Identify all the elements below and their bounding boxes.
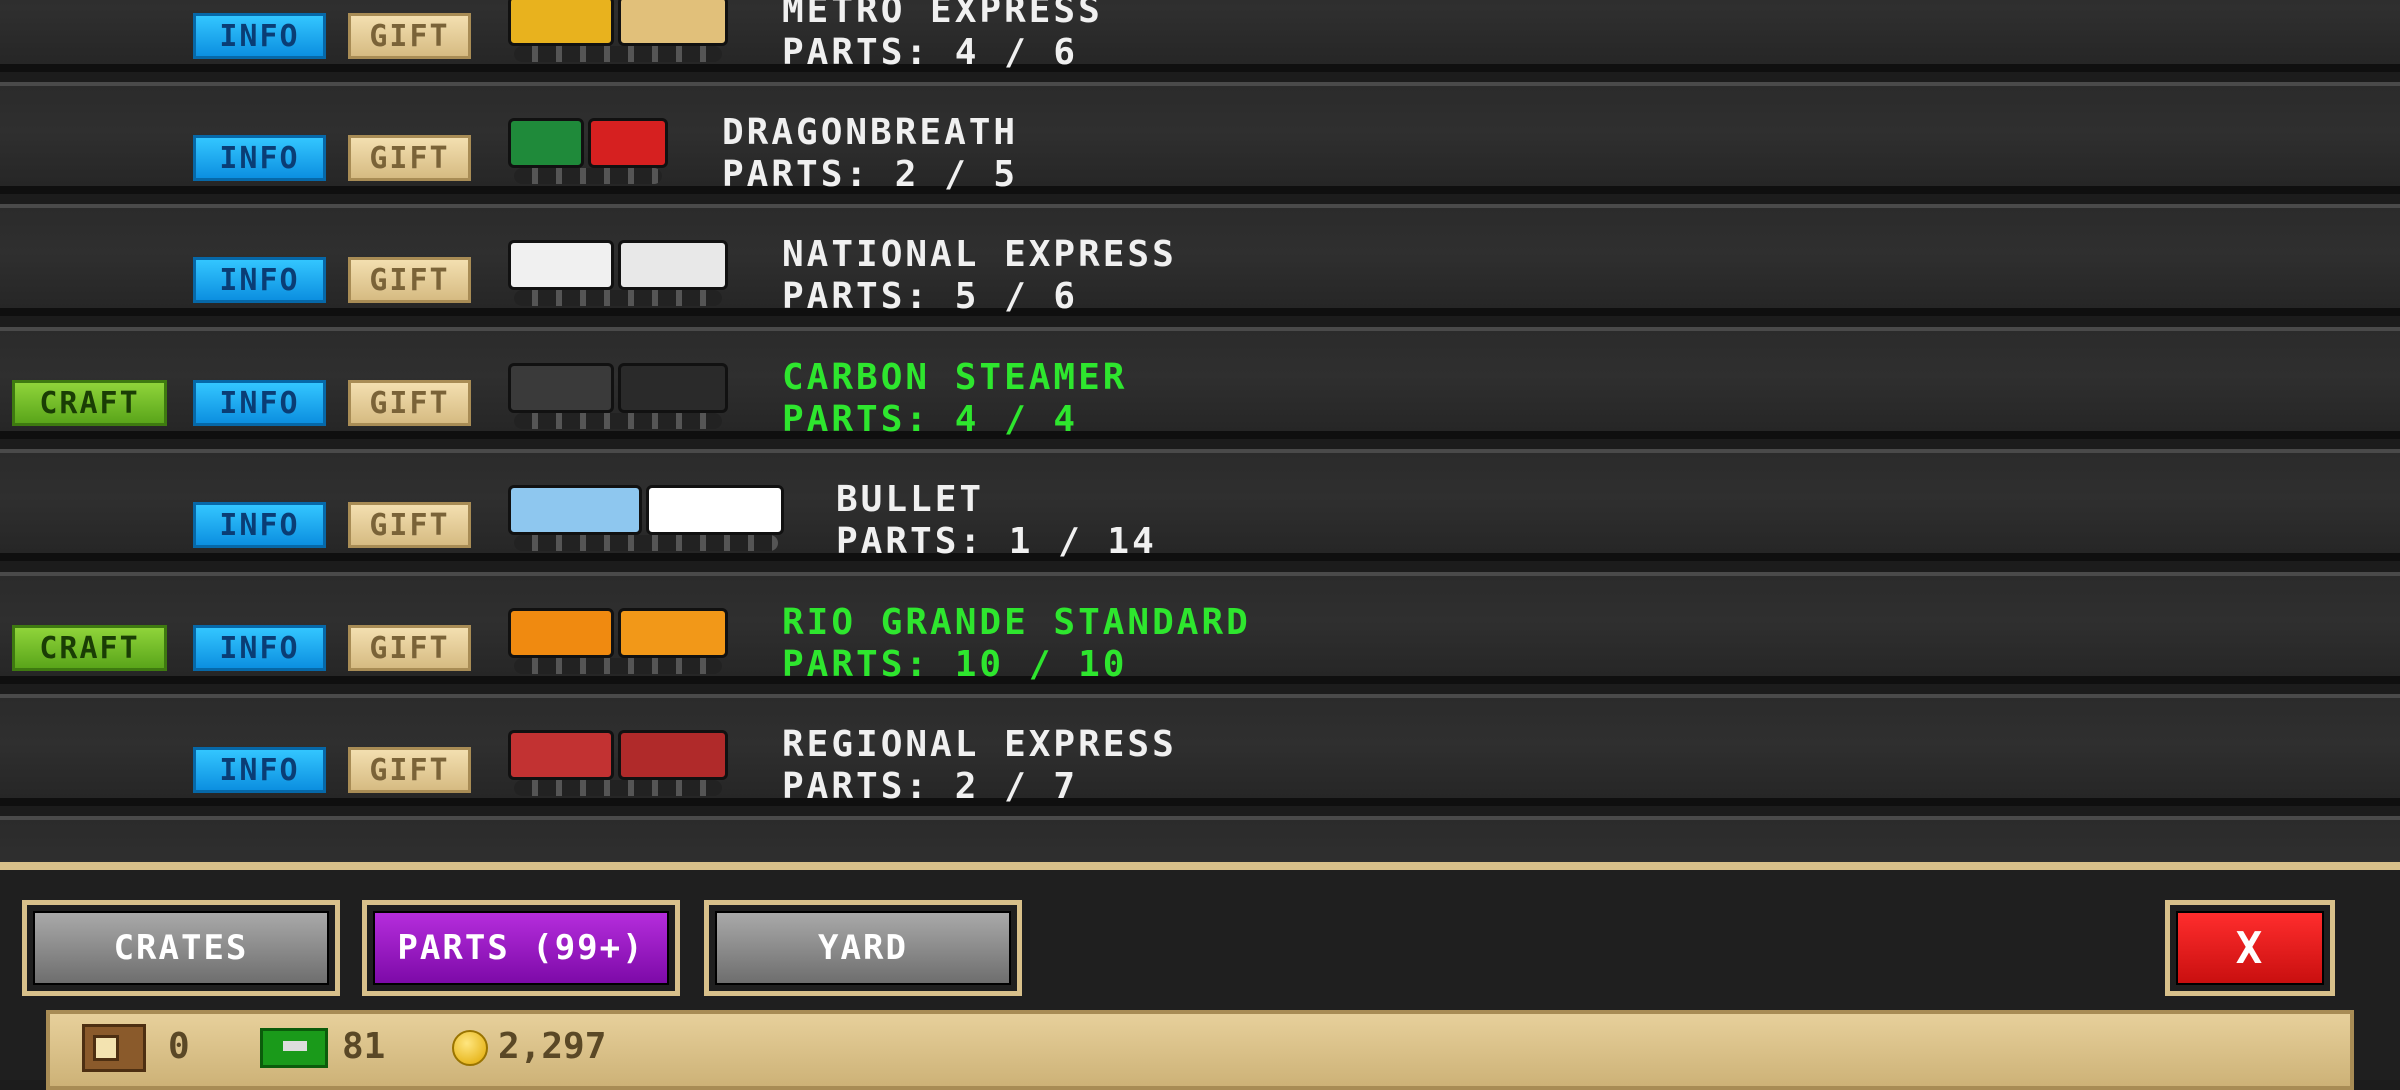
train-wheels	[514, 780, 722, 796]
locomotive	[618, 730, 728, 780]
crate-icon	[82, 1024, 146, 1072]
train-image	[508, 106, 668, 188]
locomotive	[618, 0, 728, 46]
train-row: CRAFT INFO GIFT CARBON STEAMER PARTS: 4 / 4	[0, 327, 2400, 440]
train-row: INFO GIFT BULLET PARTS: 1 / 14	[0, 449, 2400, 562]
info-button[interactable]: INFO	[193, 502, 326, 548]
train-wheels	[514, 168, 662, 184]
train-car	[508, 730, 614, 780]
train-car	[508, 118, 584, 168]
train-row: INFO GIFT METRO EXPRESS PARTS: 4 / 6	[0, 0, 2400, 73]
gift-button[interactable]: GIFT	[348, 625, 471, 671]
train-car	[508, 240, 614, 290]
train-parts-list: INFO GIFT METRO EXPRESS PARTS: 4 / 6 INFO GIF…	[0, 0, 2400, 870]
info-button[interactable]: INFO	[193, 13, 326, 59]
crates-tab[interactable]: CRATES	[22, 900, 340, 996]
gift-button[interactable]: GIFT	[348, 135, 471, 181]
train-image	[508, 0, 728, 66]
train-name: BULLET	[836, 479, 985, 520]
train-wheels	[514, 46, 722, 62]
train-car	[508, 608, 614, 658]
crates-tab-label: CRATES	[113, 928, 249, 968]
gift-button[interactable]: GIFT	[348, 747, 471, 793]
status-bar: 0 81 2,297	[46, 1010, 2354, 1090]
yard-tab-label: YARD	[818, 928, 908, 968]
train-car	[508, 363, 614, 413]
train-wheels	[514, 535, 778, 551]
close-icon: X	[2235, 922, 2265, 974]
train-parts-count: PARTS: 10 / 10	[782, 644, 1128, 685]
train-parts-count: PARTS: 2 / 5	[722, 154, 1019, 195]
train-name: DRAGONBREATH	[722, 112, 1019, 153]
locomotive	[618, 608, 728, 658]
train-image	[508, 228, 728, 310]
train-image	[508, 473, 784, 555]
train-parts-count: PARTS: 1 / 14	[836, 521, 1157, 562]
locomotive	[646, 485, 784, 535]
train-car	[508, 0, 614, 46]
gift-button[interactable]: GIFT	[348, 13, 471, 59]
coin-icon	[452, 1030, 488, 1066]
train-image	[508, 596, 728, 678]
train-wheels	[514, 658, 722, 674]
craft-button[interactable]: CRAFT	[12, 625, 167, 671]
train-name: RIO GRANDE STANDARD	[782, 602, 1251, 643]
info-button[interactable]: INFO	[193, 625, 326, 671]
close-button[interactable]: X	[2165, 900, 2335, 996]
crates-count: 0	[168, 1026, 190, 1067]
train-name: NATIONAL EXPRESS	[782, 234, 1177, 275]
gift-button[interactable]: GIFT	[348, 380, 471, 426]
train-image	[508, 718, 728, 800]
cash-amount: 81	[342, 1026, 386, 1067]
craft-button[interactable]: CRAFT	[12, 380, 167, 426]
train-name: REGIONAL EXPRESS	[782, 724, 1177, 765]
train-parts-count: PARTS: 2 / 7	[782, 766, 1079, 807]
locomotive	[588, 118, 668, 168]
yard-tab[interactable]: YARD	[704, 900, 1022, 996]
parts-tab[interactable]: PARTS (99+)	[362, 900, 680, 996]
train-row: INFO GIFT NATIONAL EXPRESS PARTS: 5 / 6	[0, 204, 2400, 317]
parts-tab-label: PARTS (99+)	[397, 928, 645, 968]
locomotive	[618, 363, 728, 413]
train-parts-count: PARTS: 4 / 4	[782, 399, 1079, 440]
gift-button[interactable]: GIFT	[348, 502, 471, 548]
info-button[interactable]: INFO	[193, 747, 326, 793]
locomotive	[618, 240, 728, 290]
train-name: CARBON STEAMER	[782, 357, 1128, 398]
train-wheels	[514, 413, 722, 429]
bottom-panel: CRATES PARTS (99+) YARD X 0 81 2,297	[0, 862, 2400, 1090]
train-name: METRO EXPRESS	[782, 0, 1103, 31]
train-parts-count: PARTS: 4 / 6	[782, 32, 1079, 73]
train-image	[508, 351, 728, 433]
cash-icon	[260, 1028, 328, 1068]
info-button[interactable]: INFO	[193, 380, 326, 426]
info-button[interactable]: INFO	[193, 257, 326, 303]
train-car	[508, 485, 642, 535]
train-row: INFO GIFT REGIONAL EXPRESS PARTS: 2 / 7	[0, 694, 2400, 807]
train-row: INFO GIFT DRAGONBREATH PARTS: 2 / 5	[0, 82, 2400, 195]
train-wheels	[514, 290, 722, 306]
coins-amount: 2,297	[498, 1026, 607, 1067]
train-parts-count: PARTS: 5 / 6	[782, 276, 1079, 317]
info-button[interactable]: INFO	[193, 135, 326, 181]
train-row: CRAFT INFO GIFT RIO GRANDE STANDARD PARTS: 1…	[0, 572, 2400, 685]
gift-button[interactable]: GIFT	[348, 257, 471, 303]
